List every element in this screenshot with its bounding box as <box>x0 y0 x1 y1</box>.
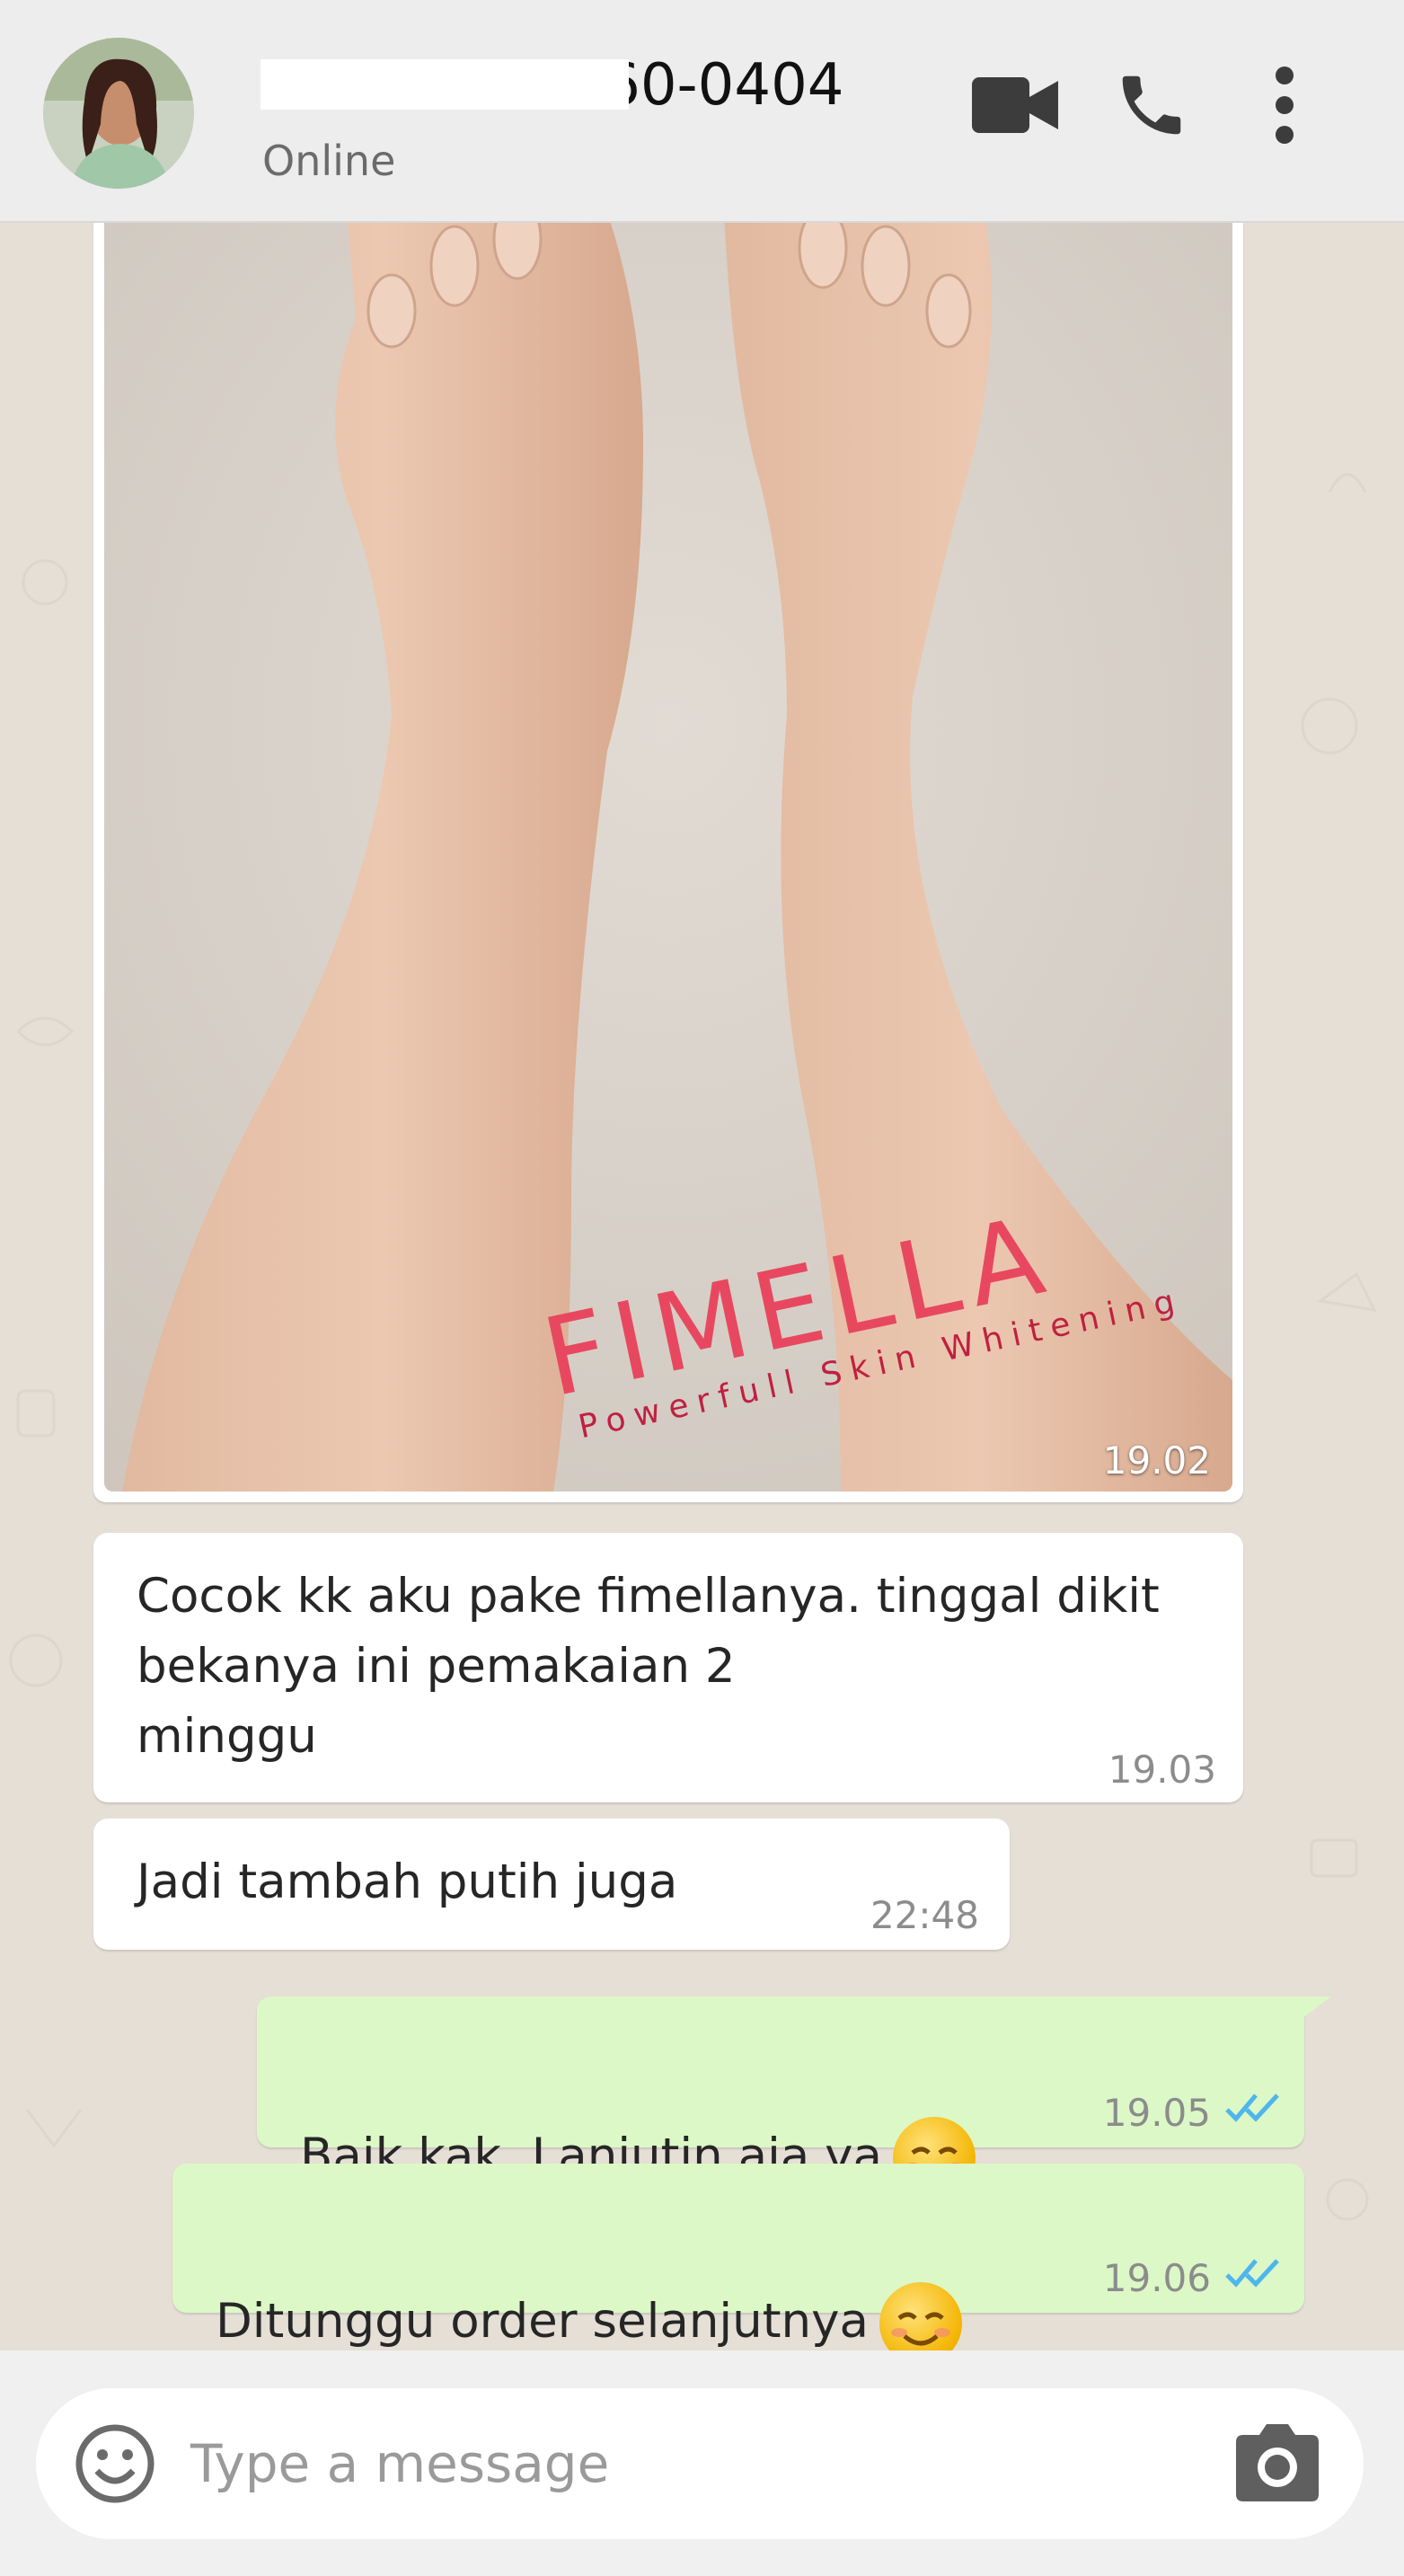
message-placeholder: Type a message <box>190 2433 610 2494</box>
outgoing-message[interactable]: Ditunggu order selanjutnya 19.06 <box>172 2164 1304 2350</box>
message-time: 19.03 <box>1108 1748 1216 1792</box>
message-input-bar: Type a message <box>0 2350 1404 2576</box>
phone-icon[interactable] <box>1107 56 1196 155</box>
smiling-face-icon <box>879 2282 962 2350</box>
double-check-icon <box>1225 2094 1279 2122</box>
more-vert-icon[interactable] <box>1258 56 1311 155</box>
message-text: Ditunggu order selanjutnya <box>216 2198 962 2350</box>
message-time: 19.06 <box>1102 2256 1211 2300</box>
contact-status: Online <box>262 137 396 185</box>
double-check-icon <box>1225 2259 1279 2288</box>
message-photo[interactable]: FIMELLA Powerfull Skin Whitening 19.02 <box>104 223 1232 1492</box>
message-time: 22:48 <box>870 1893 979 1937</box>
message-input[interactable]: Type a message <box>36 2388 1364 2539</box>
image-message[interactable]: FIMELLA Powerfull Skin Whitening 19.02 <box>93 223 1243 1502</box>
contact-avatar[interactable] <box>43 38 194 189</box>
message-text: Cocok kk aku pake fimellanya. tinggal di… <box>137 1569 1160 1764</box>
message-text-content: Ditunggu order selanjutnya <box>216 2294 869 2349</box>
bubble-tail <box>1295 1996 1331 2023</box>
outgoing-message[interactable]: Baik kak. Lanjutin aja ya 19.05 <box>257 1996 1331 2200</box>
message-text: Jadi tambah putih juga <box>137 1855 678 1909</box>
incoming-message[interactable]: Jadi tambah putih juga 22:48 <box>93 1819 1010 1950</box>
redaction-mask <box>260 59 629 110</box>
video-call-icon[interactable] <box>970 56 1060 155</box>
emoji-icon[interactable] <box>74 2422 156 2505</box>
chat-header: +62 812-8760-0404 Online <box>0 0 1404 223</box>
incoming-message[interactable]: Cocok kk aku pake fimellanya. tinggal di… <box>93 1533 1243 1802</box>
message-time: 19.02 <box>1102 1438 1211 1483</box>
message-time: 19.05 <box>1102 2091 1211 2135</box>
chat-area[interactable]: FIMELLA Powerfull Skin Whitening 19.02 C… <box>0 223 1404 2350</box>
camera-icon[interactable] <box>1225 2412 1329 2516</box>
